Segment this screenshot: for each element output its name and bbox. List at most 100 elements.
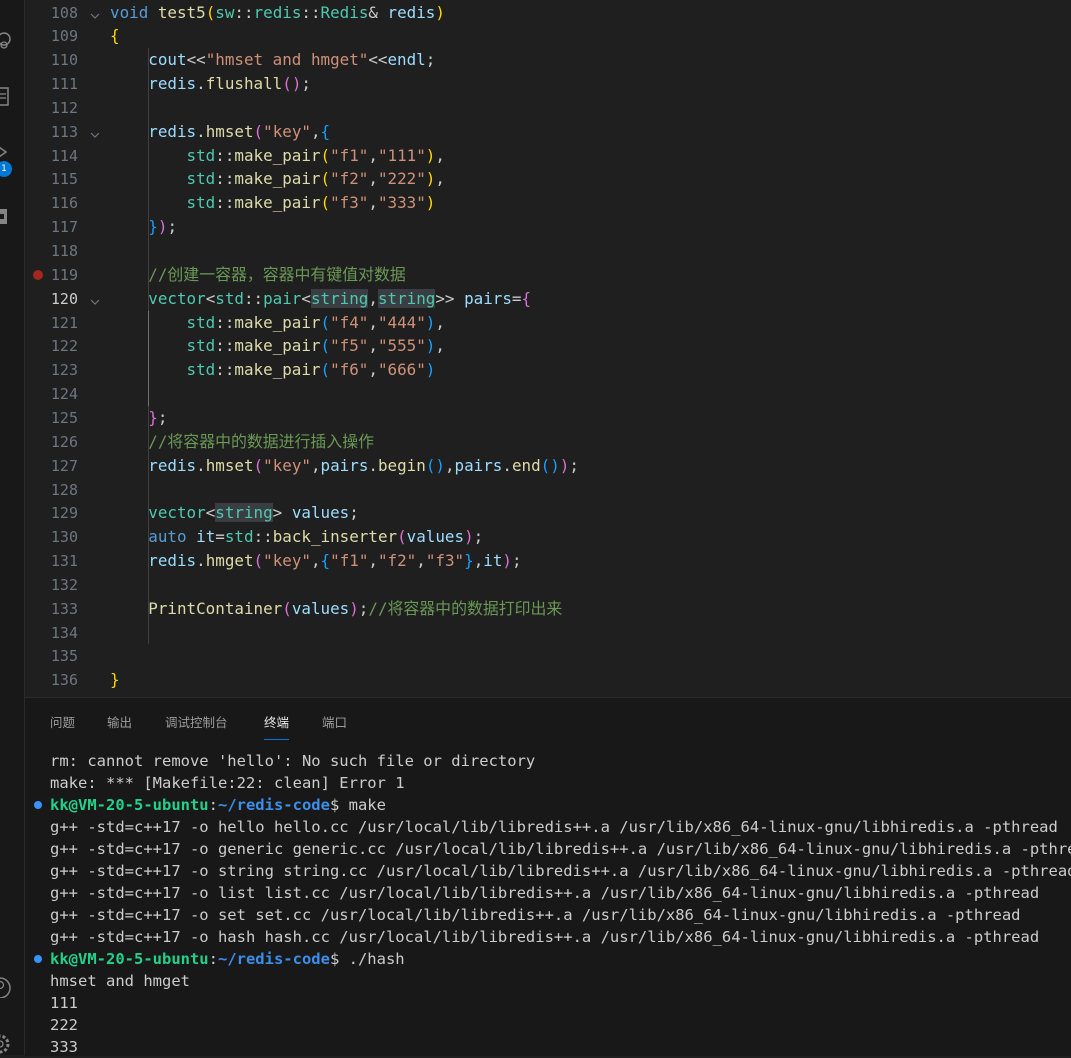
terminal-prompt-line: kk@VM-20-5-ubuntu:~/redis-code$ ./hash [34,948,1070,970]
code-line[interactable]: 123 std::make_pair("f6","666") [25,358,1071,382]
code-line[interactable]: 128 [25,478,1071,502]
code-line[interactable]: 121 std::make_pair("f4","444"), [25,311,1071,335]
code-line[interactable]: 129 vector<string> values; [25,501,1071,525]
command-status-icon[interactable] [34,955,42,963]
code-editor[interactable]: 108 void test5(sw::redis::Redis& redis) 10… [25,0,1071,697]
terminal-line: g++ -std=c++17 -o list list.cc /usr/loca… [50,884,1040,902]
chevron-down-icon[interactable] [89,293,101,305]
terminal-line: g++ -std=c++17 -o generic generic.cc /us… [50,840,1071,858]
line-number: 115 [50,170,78,189]
code-line[interactable]: 110 cout<<"hmset and hmget"<<endl; [25,48,1071,72]
extensions-icon[interactable] [0,206,12,228]
tab-terminal[interactable]: 终端 [264,712,290,740]
prompt-command: ./hash [339,950,405,968]
code-line[interactable]: 113 redis.hmset("key",{ [25,120,1071,144]
line-number: 132 [50,575,78,594]
terminal-line: hmset and hmget [50,972,190,990]
chevron-down-icon[interactable] [89,7,101,19]
code-line[interactable]: 119 //创建一容器，容器中有键值对数据 [25,263,1071,287]
notification-badge: 1 [0,161,12,177]
activity-bar: 1 [0,0,25,1055]
code-line[interactable]: 134 [25,621,1071,645]
terminal-output[interactable]: rm: cannot remove 'hello': No such file … [34,750,1071,1058]
chevron-down-icon[interactable] [89,126,101,138]
line-number: 119 [50,265,78,284]
code-text: redis.hmget("key",{"f1","f2","f3"},it); [148,551,522,571]
code-text: std::make_pair("f1","111"), [186,145,445,165]
code-line[interactable]: 111 redis.flushall(); [25,72,1071,96]
prompt-path: ~/redis-code [217,950,330,968]
code-text: std::make_pair("f6","666") [186,360,436,380]
code-line[interactable]: 130 auto it=std::back_inserter(values); [25,525,1071,549]
settings-icon[interactable] [0,1032,12,1054]
terminal-line: g++ -std=c++17 -o hello hello.cc /usr/lo… [50,818,1058,836]
code-line[interactable]: 132 [25,573,1071,597]
code-text: vector<std::pair<string,string>> pairs={ [148,288,532,308]
code-line[interactable]: 133 PrintContainer(values);//将容器中的数据打印出来 [25,597,1071,621]
code-line[interactable]: 120 vector<std::pair<string,string>> pai… [25,287,1071,311]
prompt-user: kk@VM-20-5-ubuntu [50,950,209,968]
line-number: 112 [50,98,78,117]
line-number: 125 [50,408,78,427]
code-text: std::make_pair("f4","444"), [186,312,445,332]
code-line[interactable]: 116 std::make_pair("f3","333") [25,191,1071,215]
terminal-line: 222 [50,1016,78,1034]
code-line[interactable]: 136} [25,668,1071,692]
code-line[interactable]: 135 [25,644,1071,668]
code-line[interactable]: 115 std::make_pair("f2","222"), [25,167,1071,191]
code-text: //将容器中的数据进行插入操作 [148,431,374,451]
line-number: 120 [50,289,78,308]
code-text: void test5(sw::redis::Redis& redis) [110,2,445,22]
line-number: 110 [50,51,78,70]
code-text: redis.hmset("key",{ [148,121,331,141]
code-text: cout<<"hmset and hmget"<<endl; [148,50,436,70]
tab-problems[interactable]: 问题 [50,712,75,731]
line-number: 135 [50,647,78,666]
panel-tabs: 问题 输出 调试控制台 终端 端口 [25,698,1071,742]
account-icon[interactable] [0,976,12,998]
line-number: 124 [50,385,78,404]
tab-ports[interactable]: 端口 [322,712,347,731]
terminal-prompt-line: kk@VM-20-5-ubuntu:~/redis-code$ make [34,794,1070,816]
active-indent-guide [148,310,149,406]
code-text: std::make_pair("f3","333") [186,193,436,213]
prompt-user: kk@VM-20-5-ubuntu [50,796,209,814]
line-number: 113 [50,122,78,141]
tab-output[interactable]: 输出 [107,712,132,731]
code-line[interactable]: 124 [25,382,1071,406]
code-line[interactable]: 127 redis.hmset("key",pairs.begin(),pair… [25,454,1071,478]
code-text: redis.flushall(); [148,74,311,94]
code-line[interactable]: 112 [25,96,1071,120]
terminal-line: make: *** [Makefile:22: clean] Error 1 [50,774,405,792]
line-number: 121 [50,313,78,332]
line-number: 111 [50,75,78,94]
line-number: 118 [50,242,78,260]
explorer-icon[interactable] [0,86,12,108]
code-line[interactable]: 118 [25,239,1071,263]
code-text: PrintContainer(values);//将容器中的数据打印出来 [148,598,563,618]
bottom-panel: 问题 输出 调试控制台 终端 端口 rm: cannot remove 'hel… [25,697,1071,1056]
line-number: 133 [50,599,78,618]
code-line[interactable]: 125 }; [25,406,1071,430]
prompt-path: ~/redis-code [217,796,330,814]
code-line[interactable]: 126 //将容器中的数据进行插入操作 [25,430,1071,454]
line-number: 131 [50,552,78,571]
code-line[interactable]: 117 }); [25,215,1071,239]
code-line[interactable]: 109 { [25,24,1071,48]
line-number: 116 [50,194,78,213]
code-text: { [110,26,120,46]
code-text: }); [148,217,178,237]
tab-debug-console[interactable]: 调试控制台 [165,712,228,731]
code-line[interactable]: 122 std::make_pair("f5","555"), [25,334,1071,358]
code-text: } [110,670,120,690]
line-number: 117 [50,218,78,237]
code-text: std::make_pair("f5","555"), [186,336,445,356]
search-icon[interactable] [0,30,12,52]
code-line[interactable]: 131 redis.hmget("key",{"f1","f2","f3"},i… [25,549,1071,573]
line-number: 136 [50,671,78,690]
line-number: 130 [50,528,78,547]
code-text: std::make_pair("f2","222"), [186,169,445,189]
command-status-icon[interactable] [34,801,42,809]
code-line[interactable]: 114 std::make_pair("f1","111"), [25,144,1071,168]
code-line[interactable]: 108 void test5(sw::redis::Redis& redis) [25,1,1071,25]
